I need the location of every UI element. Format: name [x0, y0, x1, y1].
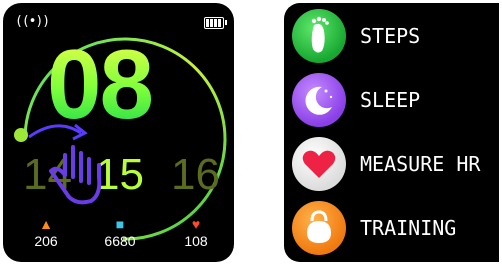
menu-item-steps[interactable]: STEPS — [292, 7, 497, 65]
menu-label-steps: STEPS — [360, 24, 421, 48]
stat-calories: ▲ 206 — [11, 216, 81, 250]
menu-label-training: TRAINING — [360, 216, 457, 240]
stat-steps: ■ 6680 — [85, 216, 155, 250]
watch-face-screen: ((•)) 08 14 15 16 ▲ 206 ■ 6680 ♥ 108 — [3, 3, 234, 262]
menu-item-measure-hr[interactable]: MEASURE HR — [292, 135, 497, 193]
moon-icon — [292, 73, 346, 127]
heart-icon: ♥ — [191, 216, 201, 232]
flame-icon: ▲ — [39, 216, 53, 232]
menu-item-sleep[interactable]: SLEEP — [292, 71, 497, 129]
steps-value: 6680 — [104, 233, 136, 249]
stats-row: ▲ 206 ■ 6680 ♥ 108 — [3, 216, 234, 254]
stat-heart-rate: ♥ 108 — [161, 216, 231, 250]
calories-value: 206 — [34, 233, 58, 249]
footprint-icon — [292, 9, 346, 63]
heart-icon — [292, 137, 346, 191]
heart-rate-value: 108 — [184, 233, 208, 249]
shoe-icon: ■ — [115, 216, 125, 232]
date-next: 16 — [171, 150, 220, 199]
swipe-hand-icon — [28, 123, 102, 205]
menu-item-training[interactable]: TRAINING — [292, 199, 497, 257]
menu-label-sleep: SLEEP — [360, 88, 421, 112]
function-menu: STEPS SLEEP MEASURE HR TRAINING — [284, 3, 499, 262]
kettlebell-icon — [292, 201, 346, 255]
battery-icon — [204, 17, 227, 29]
menu-label-measure-hr: MEASURE HR — [360, 152, 481, 176]
vibrate-icon: ((•)) — [15, 14, 50, 29]
